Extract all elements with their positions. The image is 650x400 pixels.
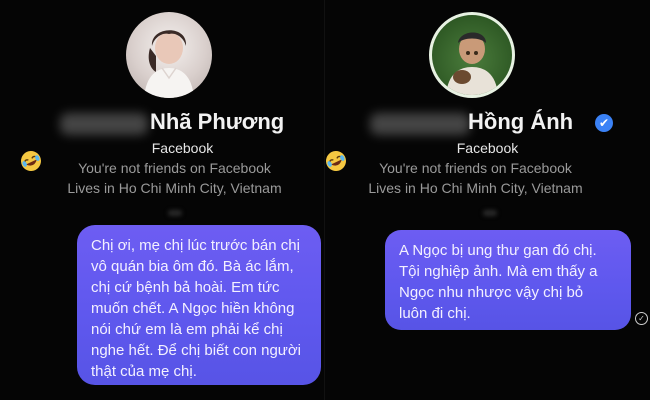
message-line: luôn đi chị. bbox=[399, 305, 471, 322]
message-line: nói chứ em là em phải kể chị bbox=[91, 321, 283, 338]
redacted-name-part bbox=[370, 113, 470, 135]
verified-badge-icon: ✔ bbox=[595, 114, 613, 132]
message-line: vô quán bia ôm đó. Bà ác lắm, bbox=[91, 258, 294, 275]
profile-platform: Facebook bbox=[456, 140, 519, 156]
faint-separator bbox=[168, 210, 182, 216]
faint-separator bbox=[483, 210, 497, 216]
location-text: Lives in Ho Chi Minh City, Vietnam bbox=[368, 180, 583, 196]
message-line: A Ngọc bị ung thư gan đó chị. bbox=[399, 242, 597, 259]
profile-name-row: Hồng Ánh ✔ bbox=[325, 109, 650, 139]
message-line: thật của mẹ chị. bbox=[91, 363, 197, 380]
profile-avatar[interactable] bbox=[126, 12, 212, 98]
message-line: muốn chết. A Ngọc hiền không bbox=[91, 300, 295, 317]
friend-status-text: You're not friends on Facebook bbox=[379, 160, 572, 176]
check-circle-icon: ✓ bbox=[635, 312, 648, 325]
right-profile-panel: Hồng Ánh ✔ Facebook You're not friends o… bbox=[325, 0, 650, 400]
profile-name[interactable]: Nhã Phương bbox=[150, 109, 284, 135]
profile-platform: Facebook bbox=[151, 140, 214, 156]
redacted-name-part bbox=[60, 113, 148, 135]
message-line: Ngọc nhu nhược vậy chị bỏ bbox=[399, 284, 584, 301]
left-profile-panel: Nhã Phương Facebook You're not friends o… bbox=[0, 0, 325, 400]
message-bubble[interactable]: A Ngọc bị ung thư gan đó chị. Tội nghiệp… bbox=[385, 230, 631, 330]
message-bubble[interactable]: Chị ơi, mẹ chị lúc trước bán chị vô quán… bbox=[77, 225, 321, 385]
avatar-photo bbox=[446, 32, 498, 95]
friend-status-text: You're not friends on Facebook bbox=[78, 160, 271, 176]
message-line: Tội nghiệp ảnh. Mà em thấy a bbox=[399, 263, 598, 280]
message-line: nghe hết. Để chị biết con người bbox=[91, 342, 302, 359]
avatar-photo bbox=[144, 30, 194, 98]
profile-name-row: Nhã Phương bbox=[0, 109, 325, 139]
profile-name[interactable]: Hồng Ánh bbox=[468, 109, 573, 135]
message-line: chị cứ bệnh bả hoài. Em tức bbox=[91, 279, 280, 296]
message-line: Chị ơi, mẹ chị lúc trước bán chị bbox=[91, 237, 300, 254]
location-text: Lives in Ho Chi Minh City, Vietnam bbox=[67, 180, 282, 196]
profile-avatar[interactable] bbox=[429, 12, 515, 98]
